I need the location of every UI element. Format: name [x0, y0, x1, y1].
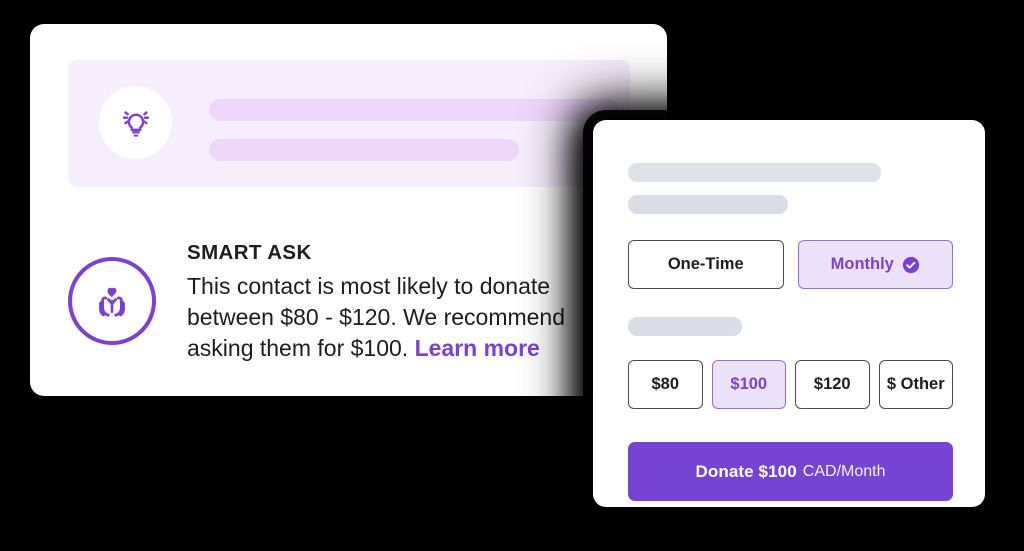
amount-option-label: $ Other: [886, 375, 945, 393]
check-circle-icon: [902, 256, 919, 273]
smart-ask-content: SMART ASK This contact is most likely to…: [68, 239, 630, 364]
frequency-option-label: Monthly: [830, 255, 894, 273]
learn-more-link[interactable]: Learn more: [415, 335, 540, 361]
amount-option-label: $80: [651, 375, 680, 393]
hands-heart-icon: [99, 287, 125, 317]
donation-frequency-group: One-Time Monthly: [628, 240, 953, 289]
donate-button-secondary-label: CAD/Month: [802, 462, 886, 480]
donate-submit-button[interactable]: Donate $100 CAD/Month: [628, 442, 953, 501]
donation-form-card: One-Time Monthly $80 $100 $120 $ Other D…: [593, 120, 985, 507]
donation-amount-group: $80 $100 $120 $ Other: [628, 360, 953, 409]
frequency-option-label: One-Time: [667, 255, 744, 273]
placeholder-bar: [209, 139, 519, 161]
insight-banner: [68, 60, 630, 187]
donate-button-primary-label: Donate $100: [695, 461, 797, 481]
smart-ask-card: SMART ASK This contact is most likely to…: [30, 24, 667, 396]
hands-heart-icon-badge: [68, 257, 156, 345]
amount-option-120[interactable]: $120: [795, 360, 870, 409]
amount-option-80[interactable]: $80: [628, 360, 703, 409]
amount-option-label: $120: [813, 375, 851, 393]
placeholder-bar: [628, 317, 742, 336]
amount-option-100[interactable]: $100: [711, 360, 786, 409]
smart-ask-text-block: SMART ASK This contact is most likely to…: [187, 239, 587, 364]
amount-option-other[interactable]: $ Other: [878, 360, 953, 409]
smart-ask-eyebrow: SMART ASK: [187, 241, 312, 264]
screenshot-stage: SMART ASK This contact is most likely to…: [0, 0, 1024, 551]
frequency-option-one-time[interactable]: One-Time: [628, 240, 784, 289]
lightbulb-icon: [122, 110, 149, 137]
smart-ask-body: This contact is most likely to donate be…: [187, 271, 587, 364]
banner-placeholder-bars: [209, 99, 619, 161]
frequency-option-monthly[interactable]: Monthly: [797, 240, 953, 289]
placeholder-bar: [628, 163, 881, 182]
amount-option-label: $100: [730, 375, 768, 393]
placeholder-bar: [209, 99, 619, 121]
placeholder-bar: [628, 195, 788, 214]
donation-form-content: One-Time Monthly $80 $100 $120 $ Other D…: [628, 163, 953, 501]
lightbulb-icon-badge: [99, 86, 172, 159]
